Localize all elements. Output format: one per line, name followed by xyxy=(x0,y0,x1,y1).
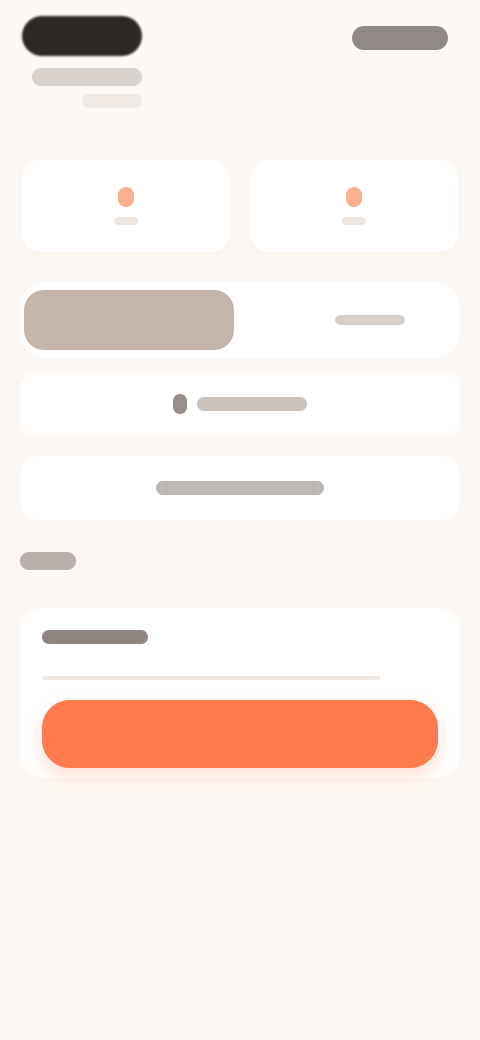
segment-option-active[interactable] xyxy=(24,290,234,350)
step-label xyxy=(342,217,366,225)
text-input-field[interactable] xyxy=(42,676,380,680)
page-subtitle-secondary xyxy=(82,94,142,108)
page-subtitle xyxy=(32,68,142,86)
header-link[interactable] xyxy=(352,26,448,50)
option-row[interactable] xyxy=(20,456,460,520)
segment-option-label xyxy=(335,314,405,325)
primary-action-button[interactable] xyxy=(42,700,438,768)
step-card-2[interactable] xyxy=(250,160,458,252)
segment-option-inactive[interactable] xyxy=(290,290,450,350)
option-label xyxy=(197,397,307,411)
step-card-1[interactable] xyxy=(22,160,230,252)
primary-action-label xyxy=(180,725,300,739)
header xyxy=(22,8,458,128)
segmented-control xyxy=(20,282,460,358)
app-screen xyxy=(0,0,480,1040)
option-label xyxy=(156,481,324,495)
input-card xyxy=(20,608,460,778)
step-marker-icon xyxy=(346,187,362,207)
option-row[interactable] xyxy=(20,372,460,436)
section-label xyxy=(20,552,76,570)
step-marker-icon xyxy=(118,187,134,207)
empty-area xyxy=(0,800,480,1040)
step-label xyxy=(114,217,138,225)
step-indicator xyxy=(22,160,458,252)
brand-logo[interactable] xyxy=(22,16,142,56)
option-icon xyxy=(173,394,187,414)
input-label xyxy=(42,630,148,644)
